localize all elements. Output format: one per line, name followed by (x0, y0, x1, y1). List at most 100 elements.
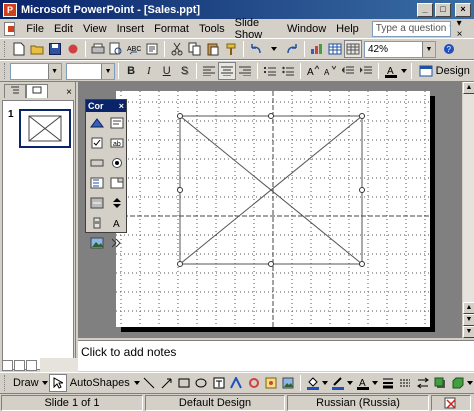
numbering-icon[interactable] (261, 62, 279, 80)
command-button-icon[interactable] (88, 154, 106, 172)
redo-icon[interactable] (283, 40, 301, 58)
spelling-icon[interactable]: ABC (125, 40, 143, 58)
font-color-dropdown-icon[interactable] (400, 62, 408, 80)
scroll-bar-icon[interactable] (88, 214, 106, 232)
align-right-icon[interactable] (236, 62, 254, 80)
tab-outline[interactable] (4, 84, 26, 98)
tab-slides[interactable] (26, 84, 48, 98)
font-color-draw-dropdown-icon[interactable] (372, 374, 380, 392)
menu-view[interactable]: View (78, 23, 112, 35)
cut-icon[interactable] (168, 40, 186, 58)
previous-slide-icon[interactable]: ▲ (463, 302, 474, 314)
undo-icon[interactable] (247, 40, 265, 58)
horizontal-scrollbar[interactable] (40, 358, 78, 372)
insert-chart-icon[interactable] (308, 40, 326, 58)
insert-picture-icon[interactable] (280, 374, 297, 392)
3d-style-icon[interactable] (449, 374, 466, 392)
align-left-icon[interactable] (200, 62, 218, 80)
control-toolbox-titlebar[interactable]: Cor × (86, 100, 126, 112)
help-search-input[interactable]: Type a question for help (371, 20, 451, 37)
copy-icon[interactable] (186, 40, 204, 58)
save-icon[interactable] (46, 40, 64, 58)
print-icon[interactable] (89, 40, 107, 58)
menu-help[interactable]: Help (331, 23, 364, 35)
rectangle-icon[interactable] (175, 374, 192, 392)
font-color-draw-icon[interactable]: A (354, 374, 371, 392)
fill-color-dropdown-icon[interactable] (321, 374, 329, 392)
close-icon[interactable]: × (119, 101, 124, 111)
toggle-button-icon[interactable] (88, 194, 106, 212)
toolbar-grip[interactable] (4, 63, 7, 79)
draw-menu-button[interactable]: Draw (10, 377, 42, 389)
maximize-button[interactable]: □ (435, 2, 451, 17)
draw-dropdown-icon[interactable] (42, 374, 50, 392)
slide-canvas[interactable] (116, 91, 430, 327)
list-box-icon[interactable] (88, 174, 106, 192)
fill-color-icon[interactable] (304, 374, 321, 392)
line-icon[interactable] (140, 374, 157, 392)
check-box-icon[interactable] (88, 134, 106, 152)
menu-window[interactable]: Window (282, 23, 331, 35)
shadow-button[interactable]: S (176, 62, 194, 80)
minimize-button[interactable]: _ (417, 2, 433, 17)
format-painter-icon[interactable] (222, 40, 240, 58)
line-style-icon[interactable] (379, 374, 396, 392)
design-mode-icon[interactable] (88, 114, 106, 132)
next-slide-icon[interactable]: ▼ (463, 314, 474, 326)
chevron-down-icon[interactable]: ▼ (422, 41, 435, 57)
align-center-icon[interactable] (218, 62, 237, 80)
option-button-icon[interactable] (108, 154, 126, 172)
status-language[interactable]: Russian (Russia) (287, 395, 429, 411)
text-box-icon[interactable]: ab (108, 134, 126, 152)
increase-indent-icon[interactable] (357, 62, 375, 80)
close-button[interactable]: × (455, 2, 471, 17)
chevron-down-icon[interactable]: ▼ (101, 63, 115, 79)
slide-thumbnail[interactable] (19, 109, 71, 148)
spin-button-icon[interactable] (108, 194, 126, 212)
new-icon[interactable] (10, 40, 28, 58)
undo-dropdown-icon[interactable] (265, 40, 283, 58)
toolbar-options-icon[interactable] (466, 374, 474, 392)
select-objects-icon[interactable] (49, 374, 67, 392)
label-icon[interactable]: A (108, 214, 126, 232)
permission-icon[interactable] (64, 40, 82, 58)
slide-show-view-icon[interactable] (26, 359, 37, 371)
document-icon[interactable] (4, 21, 16, 36)
increase-font-icon[interactable]: A (304, 62, 322, 80)
text-box-tool-icon[interactable] (210, 374, 227, 392)
notes-pane[interactable]: Click to add notes (78, 340, 474, 371)
diagram-icon[interactable] (245, 374, 262, 392)
italic-button[interactable]: I (140, 62, 158, 80)
more-controls-icon[interactable] (108, 234, 126, 252)
line-color-dropdown-icon[interactable] (347, 374, 355, 392)
decrease-indent-icon[interactable] (339, 62, 357, 80)
combo-box-icon[interactable] (108, 174, 126, 192)
autoshapes-menu-button[interactable]: AutoShapes (67, 377, 133, 389)
scroll-up-icon[interactable]: ▲ (463, 82, 474, 94)
bullets-icon[interactable] (279, 62, 297, 80)
help-icon[interactable]: ? (440, 40, 458, 58)
toolbar-grip[interactable] (4, 41, 7, 57)
menu-format[interactable]: Format (149, 23, 194, 35)
print-preview-icon[interactable] (107, 40, 125, 58)
insert-table-icon[interactable] (326, 40, 344, 58)
document-window-controls[interactable]: ▾ × (457, 18, 474, 40)
menu-tools[interactable]: Tools (194, 23, 230, 35)
menu-slide-show[interactable]: Slide Show (230, 17, 282, 41)
underline-button[interactable]: U (158, 62, 176, 80)
menu-insert[interactable]: Insert (112, 23, 150, 35)
slide-sorter-view-icon[interactable] (14, 359, 25, 371)
spelling-status-icon[interactable] (431, 395, 471, 411)
arrow-style-icon[interactable] (414, 374, 431, 392)
decrease-font-icon[interactable]: A (321, 62, 339, 80)
font-name-select[interactable]: ▼ (9, 62, 62, 80)
paste-icon[interactable] (204, 40, 222, 58)
powerpoint-app-icon[interactable]: P (3, 2, 17, 17)
open-icon[interactable] (28, 40, 46, 58)
font-size-select[interactable]: ▼ (65, 62, 116, 80)
bold-button[interactable]: B (122, 62, 140, 80)
design-button[interactable]: Design (415, 65, 474, 77)
menu-edit[interactable]: Edit (49, 23, 78, 35)
font-color-icon[interactable]: A (382, 62, 400, 80)
line-color-icon[interactable] (329, 374, 346, 392)
